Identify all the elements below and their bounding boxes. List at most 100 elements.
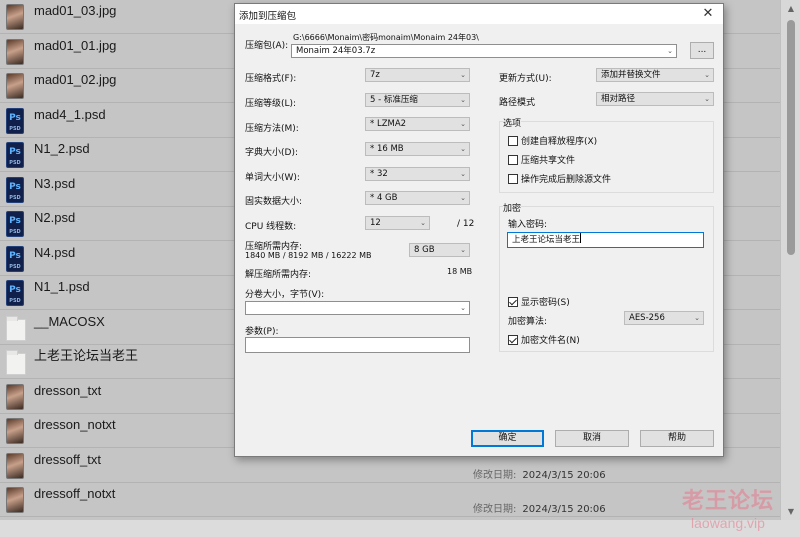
path-mode-value: 相对路径 bbox=[601, 94, 636, 104]
scroll-down-arrow-icon[interactable]: ▼ bbox=[788, 507, 794, 516]
chevron-down-icon: ⌄ bbox=[420, 219, 426, 227]
psd-icon-subtext: PSD bbox=[9, 125, 21, 132]
psd-file-icon: Ps PSD bbox=[6, 280, 24, 306]
psd-icon-subtext: PSD bbox=[9, 194, 21, 201]
checkbox-checked-icon[interactable] bbox=[508, 297, 518, 307]
mem-value: 8 GB bbox=[414, 245, 435, 255]
psd-icon-subtext: PSD bbox=[9, 298, 21, 304]
dict-value: * 16 MB bbox=[370, 144, 404, 154]
sfx-checkbox[interactable]: 创建自释放程序(X) bbox=[508, 134, 597, 147]
close-icon[interactable]: ✕ bbox=[693, 4, 723, 24]
image-thumbnail-icon bbox=[6, 487, 24, 513]
add-to-archive-dialog: 添加到压缩包 ✕ 压缩包(A): G:\6666\Monaim\密码monaim… bbox=[234, 3, 724, 457]
psd-file-icon: Ps PSD bbox=[6, 142, 24, 168]
update-value: 添加并替换文件 bbox=[601, 70, 661, 80]
ok-button[interactable]: 确定 bbox=[471, 430, 544, 447]
cancel-button[interactable]: 取消 bbox=[555, 430, 629, 447]
folder-icon bbox=[6, 350, 26, 375]
method-value: * LZMA2 bbox=[370, 119, 407, 129]
mem-detail: 1840 MB / 8192 MB / 16222 MB bbox=[245, 251, 372, 260]
file-modified-date: 修改日期: 2024/3/15 20:06 bbox=[473, 500, 606, 515]
show-password-label: 显示密码(S) bbox=[521, 298, 570, 308]
file-name: N3.psd bbox=[34, 175, 76, 191]
dict-combo[interactable]: * 16 MB ⌄ bbox=[365, 142, 470, 156]
word-combo[interactable]: * 32 ⌄ bbox=[365, 167, 470, 181]
solid-value: * 4 GB bbox=[370, 193, 398, 203]
enc-method-combo[interactable]: AES-256 ⌄ bbox=[624, 311, 704, 325]
solid-combo[interactable]: * 4 GB ⌄ bbox=[365, 191, 470, 205]
browse-button[interactable]: ... bbox=[690, 42, 714, 59]
params-label: 参数(P): bbox=[245, 327, 279, 337]
checkbox-checked-icon[interactable] bbox=[508, 335, 518, 345]
vertical-scrollbar[interactable]: ▲ ▼ bbox=[780, 0, 800, 520]
scroll-up-arrow-icon[interactable]: ▲ bbox=[788, 4, 794, 13]
text-cursor bbox=[580, 233, 582, 243]
archive-label: 压缩包(A): bbox=[245, 41, 289, 51]
psd-icon-subtext: PSD bbox=[9, 229, 21, 235]
file-name: dresson_notxt bbox=[34, 417, 116, 432]
chevron-down-icon: ⌄ bbox=[460, 194, 466, 202]
password-input[interactable]: 上老王论坛当老王 bbox=[507, 232, 704, 248]
mem-combo[interactable]: 8 GB ⌄ bbox=[409, 243, 470, 257]
file-name: dressoff_txt bbox=[34, 451, 101, 467]
split-combo[interactable]: ⌄ bbox=[245, 301, 470, 315]
psd-file-icon: Ps PSD bbox=[6, 245, 24, 272]
chevron-down-icon: ⌄ bbox=[704, 95, 710, 103]
shared-files-checkbox[interactable]: 压缩共享文件 bbox=[508, 153, 575, 166]
encrypt-names-label: 加密文件名(N) bbox=[521, 336, 580, 346]
watermark-logo: 老王论坛 laowang.vip bbox=[682, 483, 774, 531]
psd-icon-text: Ps bbox=[9, 285, 21, 295]
image-thumbnail-icon bbox=[6, 418, 24, 444]
params-input[interactable] bbox=[245, 337, 470, 353]
dialog-titlebar[interactable]: 添加到压缩包 ✕ bbox=[235, 4, 723, 24]
file-name: 上老王论坛当老王 bbox=[34, 348, 139, 363]
help-button[interactable]: 帮助 bbox=[640, 430, 714, 447]
cpu-total: / 12 bbox=[457, 219, 475, 229]
cpu-combo[interactable]: 12 ⌄ bbox=[365, 216, 430, 230]
file-row[interactable]: dressoff_notxt 修改日期: 2024/3/15 20:06 bbox=[0, 483, 780, 517]
path-mode-combo[interactable]: 相对路径 ⌄ bbox=[596, 92, 714, 106]
level-combo[interactable]: 5 - 标准压缩 ⌄ bbox=[365, 93, 470, 107]
cpu-value: 12 bbox=[370, 218, 381, 228]
split-label: 分卷大小，字节(V): bbox=[245, 290, 325, 300]
psd-icon-text: Ps bbox=[9, 216, 21, 226]
scroll-thumb[interactable] bbox=[787, 20, 795, 255]
folder-icon bbox=[6, 315, 26, 341]
file-modified-date: 修改日期: 2024/3/15 20:06 bbox=[473, 466, 606, 481]
archive-path: G:\6666\Monaim\密码monaim\Monaim 24年03\ bbox=[293, 33, 479, 42]
psd-file-icon: Ps PSD bbox=[6, 176, 24, 203]
update-combo[interactable]: 添加并替换文件 ⌄ bbox=[596, 68, 714, 82]
enc-method-label: 加密算法: bbox=[508, 317, 548, 327]
file-name: __MACOSX bbox=[34, 313, 105, 329]
psd-icon-text: Ps bbox=[9, 250, 21, 261]
image-thumbnail-icon bbox=[6, 73, 24, 99]
update-label: 更新方式(U): bbox=[499, 74, 552, 84]
modified-date: 2024/3/15 20:06 bbox=[522, 469, 606, 481]
archive-name-value: Monaim 24年03.7z bbox=[296, 46, 376, 56]
delete-after-checkbox[interactable]: 操作完成后删除源文件 bbox=[508, 172, 611, 185]
chevron-down-icon: ⌄ bbox=[704, 71, 710, 79]
file-name: dressoff_notxt bbox=[34, 486, 116, 501]
psd-file-icon: Ps PSD bbox=[6, 107, 24, 134]
archive-name-combo[interactable]: Monaim 24年03.7z ⌄ bbox=[291, 44, 677, 58]
image-thumbnail-icon bbox=[6, 4, 24, 30]
file-name: mad01_03.jpg bbox=[34, 3, 117, 18]
checkbox-box[interactable] bbox=[508, 136, 518, 146]
level-value: 5 - 标准压缩 bbox=[370, 95, 418, 105]
delete-after-label: 操作完成后删除源文件 bbox=[521, 175, 612, 185]
checkbox-box[interactable] bbox=[508, 155, 518, 165]
password-label: 输入密码: bbox=[508, 220, 548, 230]
show-password-checkbox[interactable]: 显示密码(S) bbox=[508, 295, 570, 308]
password-value: 上老王论坛当老王 bbox=[512, 235, 581, 245]
chevron-down-icon: ⌄ bbox=[460, 96, 466, 104]
format-combo[interactable]: 7z ⌄ bbox=[365, 68, 470, 82]
solid-label: 固实数据大小: bbox=[245, 197, 303, 207]
method-combo[interactable]: * LZMA2 ⌄ bbox=[365, 117, 470, 131]
checkbox-box[interactable] bbox=[508, 174, 518, 184]
file-name: mad01_02.jpg bbox=[34, 72, 117, 87]
psd-icon-text: Ps bbox=[9, 147, 21, 157]
modified-label: 修改日期: bbox=[473, 469, 517, 481]
word-value: * 32 bbox=[370, 169, 388, 179]
encrypt-names-checkbox[interactable]: 加密文件名(N) bbox=[508, 333, 580, 346]
chevron-down-icon: ⌄ bbox=[460, 304, 466, 312]
